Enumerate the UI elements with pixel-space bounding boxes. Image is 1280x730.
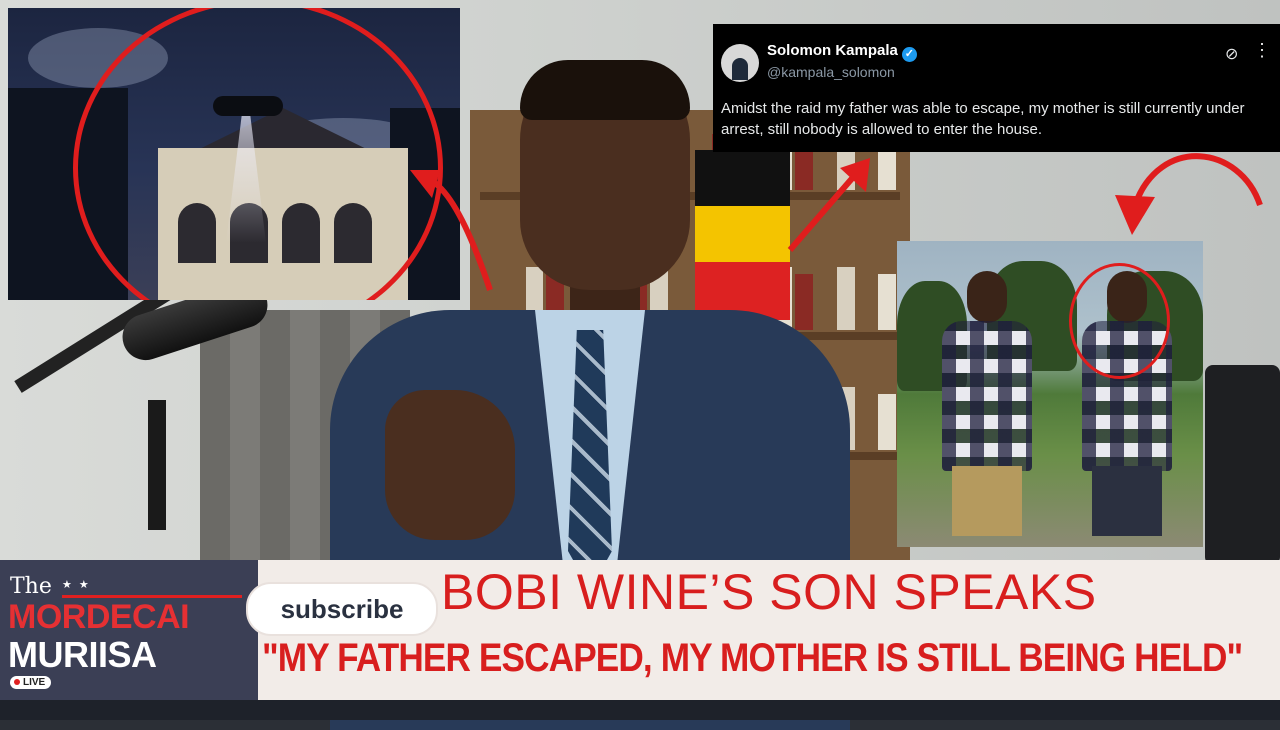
sons-photo — [897, 241, 1203, 547]
bottom-strip — [0, 700, 1280, 720]
avatar[interactable] — [721, 44, 759, 82]
headline-quote: "MY FATHER ESCAPED, MY MOTHER IS STILL B… — [262, 636, 1243, 680]
chair — [1205, 365, 1280, 565]
tweet-author-name[interactable]: Solomon Kampala ✓ — [767, 42, 917, 62]
logo-the: The — [10, 574, 52, 599]
highlight-circle — [1069, 263, 1170, 379]
verified-badge-icon: ✓ — [901, 47, 917, 62]
red-arrow-icon — [410, 170, 493, 291]
presenter-head — [520, 60, 690, 290]
red-arrow-icon — [787, 158, 870, 252]
tweet-text: Amidst the raid my father was able to es… — [721, 100, 1245, 138]
tweet-card: Solomon Kampala ✓ @kampala_solomon ⊘ ⋮ Am… — [713, 24, 1280, 152]
mic-stand — [148, 400, 166, 530]
tweet-author-handle[interactable]: @kampala_solomon — [767, 64, 895, 80]
lower-third: The ★ ★ MORDECAI MURIISA LIVE subscribe … — [0, 560, 1280, 700]
headline-title: BOBI WINE’S SON SPEAKS — [441, 564, 1097, 620]
live-dot-icon — [14, 679, 20, 685]
logo-mordecai: MORDECAI — [8, 598, 190, 636]
channel-logo[interactable]: The ★ ★ MORDECAI MURIISA LIVE — [0, 560, 258, 700]
logo-muriisa: MURIISA — [8, 634, 157, 675]
more-options-icon[interactable]: ⋮ — [1253, 40, 1272, 61]
subscribe-button[interactable]: subscribe — [246, 582, 438, 636]
logo-stars: ★ ★ — [62, 579, 91, 591]
live-badge: LIVE — [10, 676, 52, 689]
grok-icon[interactable]: ⊘ — [1225, 44, 1238, 64]
presenter-hand — [385, 390, 515, 540]
